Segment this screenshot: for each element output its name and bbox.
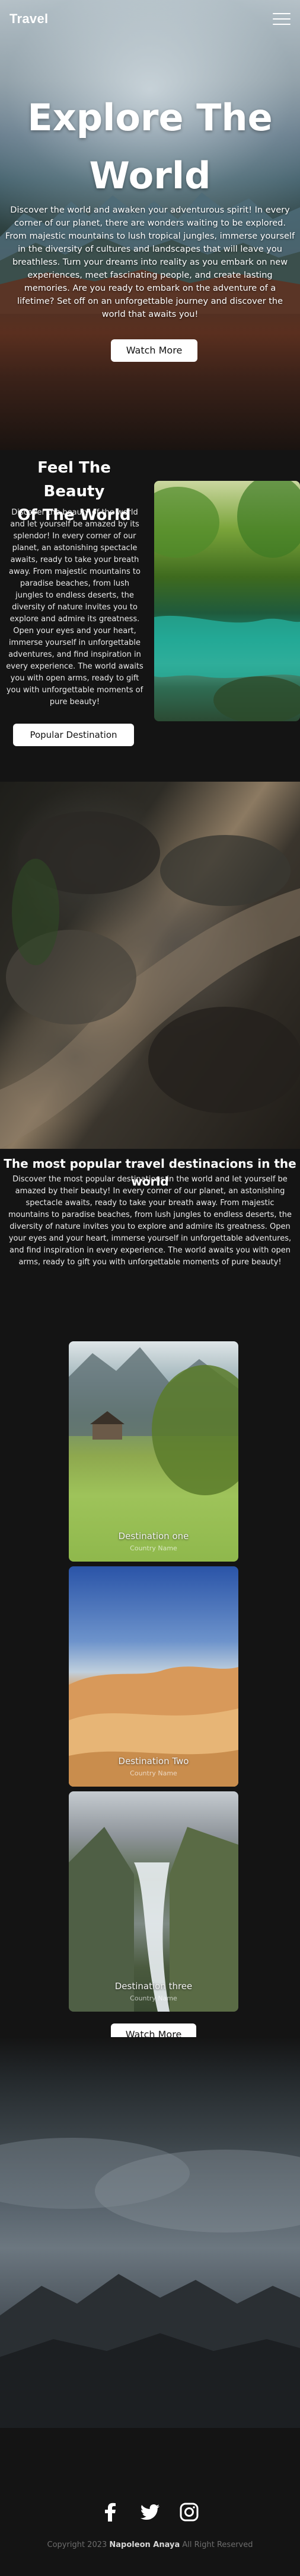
hamburger-menu-icon[interactable] [273, 13, 291, 25]
hero-description: Discover the world and awaken your adven… [5, 205, 295, 319]
alpine-valley-image [69, 1347, 238, 1495]
hero-title: Explore The World [0, 89, 300, 205]
feel-beauty-section: Feel The Beauty Of The World Discover th… [0, 450, 300, 782]
hero-watch-more-button[interactable]: Watch More [111, 339, 197, 362]
jungle-river-image [154, 481, 300, 721]
hamburger-line [273, 13, 291, 14]
copyright: Copyright 2023 Napoleon Anaya All Right … [0, 2540, 300, 2549]
brand-logo[interactable]: Travel [9, 11, 48, 27]
popular-description: Discover the most popular destinations i… [8, 1175, 292, 1267]
social-links [0, 2501, 300, 2523]
destination-name: Destination Two [118, 1756, 189, 1766]
popular-destination-button[interactable]: Popular Destination [13, 724, 134, 746]
destination-card-1[interactable]: Destination one Country Name [69, 1341, 238, 1562]
hamburger-line [273, 24, 291, 25]
destination-name: Destination three [114, 1981, 193, 1992]
cloudy-mountains-illustration [0, 2138, 300, 2428]
page: Travel Explore The World Discover the wo… [0, 0, 300, 2576]
twitter-icon[interactable] [139, 2501, 161, 2523]
hamburger-line [273, 18, 291, 20]
popular-destinations-section: The most popular travel destinacions in … [0, 1149, 300, 2037]
jungle-river-illustration [154, 481, 300, 721]
copyright-prefix: Copyright 2023 [47, 2540, 107, 2549]
destination-country: Country Name [130, 1994, 177, 2002]
destination-name: Destination one [118, 1531, 189, 1541]
footer: Copyright 2023 Napoleon Anaya All Right … [0, 2428, 300, 2576]
feel-description: Discover the beauty of the world and let… [6, 508, 143, 706]
cloudy-mountains-image [0, 2037, 300, 2428]
destination-card-3[interactable]: Destination three Country Name [69, 1791, 238, 2012]
copyright-rights: All Right Reserved [182, 2540, 253, 2549]
facebook-icon[interactable] [100, 2501, 122, 2523]
waterfall-image [69, 1827, 238, 2012]
destination-country: Country Name [130, 1544, 177, 1552]
desert-dunes-image [69, 1666, 238, 1787]
river-illustration [0, 811, 300, 1149]
destination-card-2[interactable]: Destination Two Country Name [69, 1566, 238, 1787]
destination-country: Country Name [130, 1769, 177, 1777]
navbar: Travel [0, 0, 300, 38]
feel-title-line-1: Feel The Beauty [37, 459, 111, 500]
copyright-author[interactable]: Napoleon Anaya [109, 2540, 180, 2549]
instagram-icon[interactable] [178, 2501, 200, 2523]
hero-section: Travel Explore The World Discover the wo… [0, 0, 300, 450]
popular-watch-more-button[interactable]: Watch More [111, 2023, 196, 2037]
rocky-river-image [0, 782, 300, 1149]
hero-title-line-1: Explore The [27, 96, 273, 139]
hero-title-line-2: World [89, 154, 211, 197]
